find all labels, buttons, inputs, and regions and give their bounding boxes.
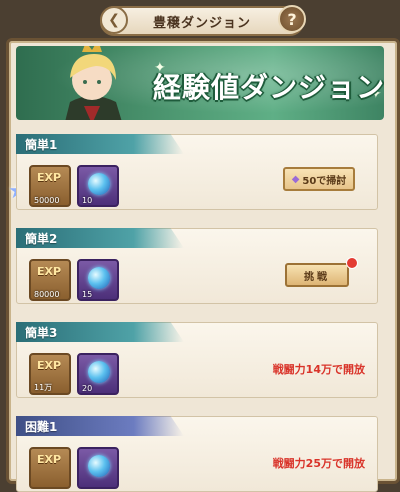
exp-icon: EXP xyxy=(37,265,62,278)
reward-quantity: 80000 xyxy=(34,290,60,299)
orb-icon xyxy=(88,173,110,195)
exp-reward[interactable]: EXP 50000 xyxy=(29,165,71,207)
banner-title: 経験値ダンジョン xyxy=(152,71,384,104)
reward-quantity: 11万 xyxy=(34,383,53,392)
stage-name: 簡単1 xyxy=(25,138,58,152)
stage-name: 簡単2 xyxy=(25,232,58,246)
reward-quantity: 50000 xyxy=(34,196,60,205)
challenge-button[interactable]: 挑戦 xyxy=(285,263,349,287)
stage-name: 困難1 xyxy=(25,420,58,434)
question-icon: ? xyxy=(287,9,297,29)
exp-icon: EXP xyxy=(37,359,62,372)
reward-quantity: 10 xyxy=(82,196,93,205)
orb-reward[interactable]: 15 xyxy=(77,259,119,301)
unlock-requirement: 戦闘力25万で開放 xyxy=(272,457,365,470)
exp-icon: EXP xyxy=(37,453,62,466)
orb-icon xyxy=(88,267,110,289)
stage-card: 簡単3 EXP 11万 20 戦闘力14万で開放 xyxy=(16,322,378,398)
help-button[interactable]: ? xyxy=(278,5,306,33)
gem-icon: ◆ xyxy=(291,173,300,185)
reward-quantity: 20 xyxy=(82,384,93,393)
back-button[interactable]: ❮ xyxy=(100,6,128,34)
exp-reward[interactable]: EXP 80000 xyxy=(29,259,71,301)
stage-card: 困難1 EXP 戦闘力25万で開放 xyxy=(16,416,378,492)
notification-dot-icon xyxy=(346,257,358,269)
stage-name: 簡単3 xyxy=(25,326,58,340)
orb-icon xyxy=(88,455,110,477)
stage-card: 簡単2 EXP 80000 15 挑戦 xyxy=(16,228,378,304)
challenge-label: 挑戦 xyxy=(304,271,330,283)
sweep-button[interactable]: ◆ 50で掃討 xyxy=(283,167,355,191)
unlock-requirement: 戦闘力14万で開放 xyxy=(272,363,365,376)
orb-reward[interactable]: 20 xyxy=(77,353,119,395)
stage-card: 簡単1 EXP 50000 10 ◆ 50で掃討 xyxy=(16,134,378,210)
orb-reward[interactable]: 10 xyxy=(77,165,119,207)
exp-reward[interactable]: EXP 11万 xyxy=(29,353,71,395)
orb-icon xyxy=(88,361,110,383)
reward-quantity: 15 xyxy=(82,290,93,299)
exp-icon: EXP xyxy=(37,171,62,184)
chevron-left-icon: ❮ xyxy=(108,12,120,28)
dungeon-banner: ✦ ✦ 経験値ダンジョン xyxy=(16,46,384,120)
sweep-label: 50で掃討 xyxy=(302,175,347,187)
page-title: 豊穣ダンジョン xyxy=(152,15,251,31)
character-portrait-icon xyxy=(65,46,122,120)
exp-reward[interactable]: EXP xyxy=(29,447,71,489)
title-bar: ❮ 豊穣ダンジョン ? xyxy=(100,5,306,36)
orb-reward[interactable] xyxy=(77,447,119,489)
